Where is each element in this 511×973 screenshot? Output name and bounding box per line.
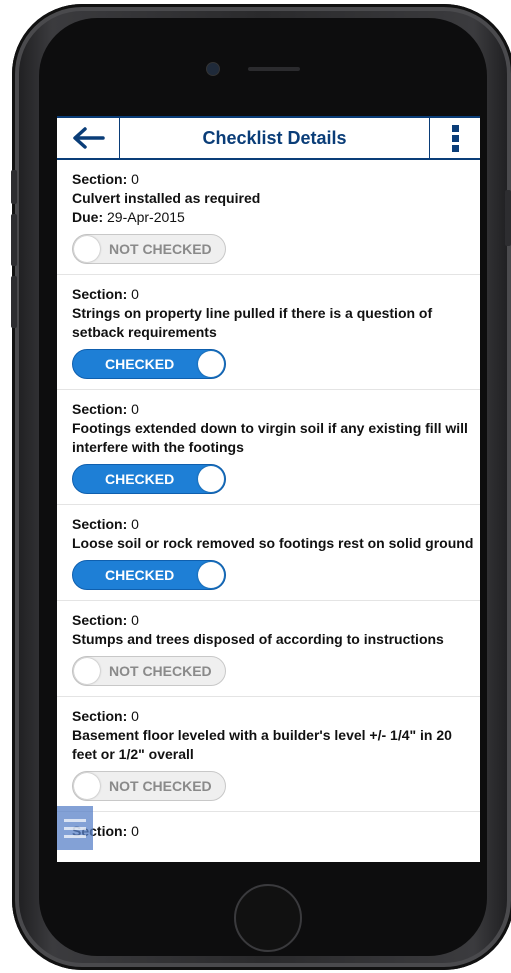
section-line: Section: 0: [72, 400, 480, 419]
section-line: Section: 0: [72, 515, 480, 534]
front-camera: [206, 62, 220, 76]
section-line: Section: 0: [72, 170, 480, 189]
toggle-knob: [74, 658, 100, 684]
section-line: Section: 0: [72, 611, 480, 630]
checklist-item: Section: 0 Basement floor leveled with a…: [57, 697, 480, 812]
section-label: Section:: [72, 516, 128, 532]
overflow-menu-button[interactable]: [429, 118, 480, 158]
item-description: Basement floor leveled with a builder's …: [72, 727, 452, 762]
item-description: Strings on property line pulled if there…: [72, 305, 433, 340]
due-date: 29-Apr-2015: [107, 209, 185, 225]
toggle-label: NOT CHECKED: [109, 663, 212, 679]
kebab-dot: [451, 134, 459, 142]
app-header: Checklist Details: [57, 116, 480, 160]
power-button: [505, 190, 511, 246]
volume-down-button: [11, 276, 17, 328]
section-value: 0: [131, 612, 139, 628]
item-description: Footings extended down to virgin soil if…: [72, 420, 468, 455]
due-line: Due: 29-Apr-2015: [72, 208, 480, 227]
section-label: Section:: [72, 171, 128, 187]
checklist-item: Section: 0: [57, 812, 480, 851]
toggle-knob: [74, 773, 100, 799]
checklist-item: Section: 0 Strings on property line pull…: [57, 275, 480, 390]
section-label: Section:: [72, 708, 128, 724]
toggle-knob: [198, 466, 224, 492]
section-line: Section: 0: [72, 822, 480, 841]
check-toggle[interactable]: CHECKED: [72, 560, 226, 590]
hamburger-line: [64, 834, 86, 838]
toggle-label: CHECKED: [105, 471, 175, 487]
section-label: Section:: [72, 286, 128, 302]
check-toggle[interactable]: NOT CHECKED: [72, 771, 226, 801]
hamburger-line: [64, 826, 86, 830]
section-value: 0: [131, 516, 139, 532]
check-toggle[interactable]: NOT CHECKED: [72, 234, 226, 264]
toggle-knob: [198, 562, 224, 588]
mute-switch: [11, 170, 17, 204]
section-label: Section:: [72, 612, 128, 628]
kebab-dot: [451, 144, 459, 152]
toggle-label: CHECKED: [105, 567, 175, 583]
check-toggle[interactable]: NOT CHECKED: [72, 656, 226, 686]
item-description: Culvert installed as required: [72, 190, 261, 206]
checklist-item: Section: 0 Footings extended down to vir…: [57, 390, 480, 505]
toggle-knob: [74, 236, 100, 262]
section-label: Section:: [72, 401, 128, 417]
check-toggle[interactable]: CHECKED: [72, 349, 226, 379]
app-screen: Checklist Details Section: 0 Culvert ins…: [57, 116, 480, 862]
section-line: Section: 0: [72, 707, 480, 726]
earpiece-speaker: [248, 67, 300, 71]
section-line: Section: 0: [72, 285, 480, 304]
item-description: Stumps and trees disposed of according t…: [72, 631, 444, 647]
check-toggle[interactable]: CHECKED: [72, 464, 226, 494]
home-button[interactable]: [234, 884, 302, 952]
section-value: 0: [131, 401, 139, 417]
toggle-knob: [198, 351, 224, 377]
checklist-item: Section: 0 Stumps and trees disposed of …: [57, 601, 480, 697]
floating-menu-button[interactable]: [57, 806, 93, 850]
back-button[interactable]: [57, 118, 120, 158]
checklist-item: Section: 0 Culvert installed as required…: [57, 160, 480, 275]
volume-up-button: [11, 214, 17, 266]
checklist: Section: 0 Culvert installed as required…: [57, 160, 480, 851]
toggle-label: NOT CHECKED: [109, 241, 212, 257]
page-title: Checklist Details: [202, 128, 347, 148]
arrow-left-icon: [73, 127, 105, 149]
section-value: 0: [131, 171, 139, 187]
section-value: 0: [131, 708, 139, 724]
kebab-dot: [451, 124, 459, 132]
toggle-label: NOT CHECKED: [109, 778, 212, 794]
section-value: 0: [131, 286, 139, 302]
toggle-label: CHECKED: [105, 356, 175, 372]
section-value: 0: [131, 823, 139, 839]
checklist-item: Section: 0 Loose soil or rock removed so…: [57, 505, 480, 601]
hamburger-menu-icon: [64, 818, 86, 822]
due-label: Due:: [72, 209, 104, 225]
item-description: Loose soil or rock removed so footings r…: [72, 535, 474, 551]
